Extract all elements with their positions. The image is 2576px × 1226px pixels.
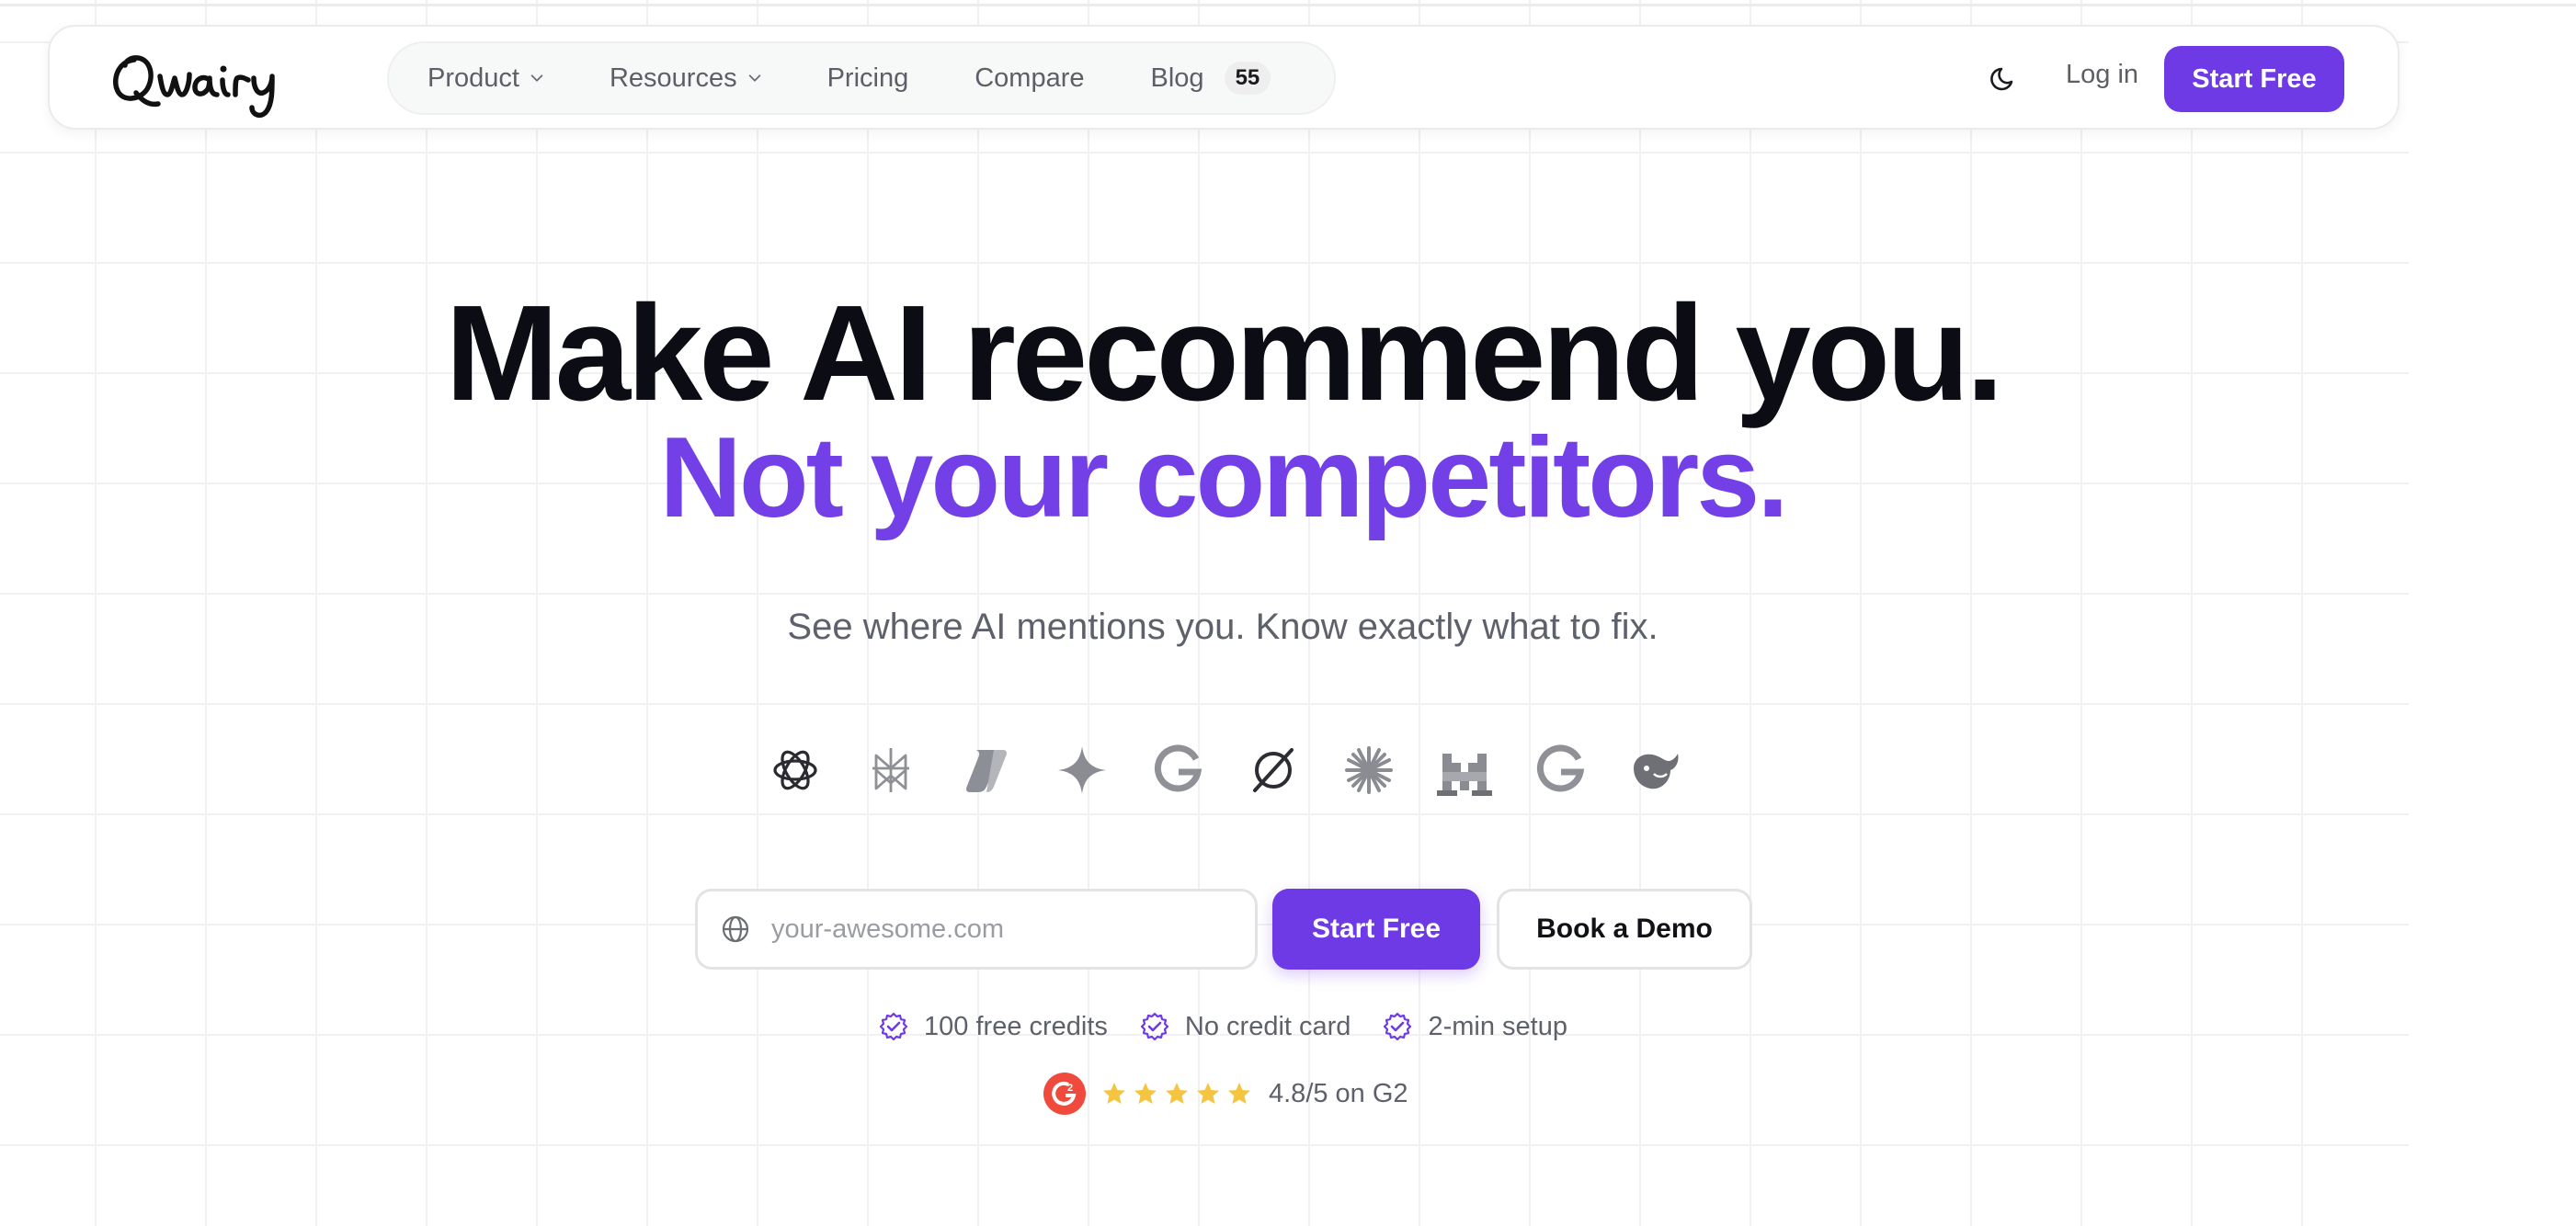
perk-label: 2-min setup <box>1428 1011 1567 1041</box>
svg-text:2: 2 <box>1067 1083 1073 1094</box>
nav-item-blog[interactable]: Blog 55 <box>1151 62 1271 95</box>
perplexity-icon <box>863 743 918 798</box>
nav-item-label: Pricing <box>826 62 909 93</box>
star-icon <box>1134 1083 1157 1104</box>
perks-list: 100 free credits No credit card 2-min se… <box>0 1011 2445 1042</box>
perk-label: No credit card <box>1184 1011 1351 1041</box>
openai-icon <box>768 743 823 798</box>
perk-item: 2-min setup <box>1382 1011 1567 1042</box>
google-ai-mode-icon <box>1533 743 1588 798</box>
blog-count-badge: 55 <box>1224 62 1271 95</box>
star-icon <box>1228 1083 1250 1104</box>
grok-icon <box>1246 743 1301 798</box>
gemini-icon <box>1054 743 1110 798</box>
login-link[interactable]: Log in <box>2066 60 2138 90</box>
star-rating <box>1101 1081 1252 1107</box>
deepseek-icon <box>1628 743 1683 798</box>
nav-item-label: Resources <box>609 62 737 93</box>
navbar: Product Resources Pricing Compare Blog 5… <box>48 25 2399 130</box>
nav-item-product[interactable]: Product <box>427 63 545 94</box>
nav-item-resources[interactable]: Resources <box>610 63 763 94</box>
ai-provider-logos <box>768 743 1687 807</box>
perk-item: No credit card <box>1139 1011 1351 1042</box>
hero-headline: Make AI recommend you. <box>445 278 2003 429</box>
hero-subtitle: See where AI mentions you. Know exactly … <box>787 607 1658 647</box>
hero-headline-accent: Not your competitors. <box>659 414 1788 541</box>
qwairy-logo[interactable] <box>107 40 336 122</box>
nav-item-compare[interactable]: Compare <box>975 63 1084 94</box>
nav-item-label: Blog <box>1150 62 1204 93</box>
nav-item-pricing[interactable]: Pricing <box>827 63 909 94</box>
google-icon <box>1150 743 1205 798</box>
top-divider <box>0 4 2576 6</box>
mistral-icon <box>1437 743 1492 798</box>
copilot-icon <box>959 743 1014 798</box>
chevron-down-icon <box>748 74 760 82</box>
website-url-field[interactable] <box>695 889 1258 970</box>
g2-logo-icon: 2 <box>1043 1073 1086 1115</box>
website-url-input[interactable] <box>769 913 1233 946</box>
chevron-down-icon <box>530 74 543 82</box>
perk-item: 100 free credits <box>878 1011 1108 1042</box>
star-icon <box>1166 1083 1188 1104</box>
moon-icon[interactable] <box>1988 62 2021 95</box>
nav-item-label: Product <box>427 62 519 93</box>
book-demo-button[interactable]: Book a Demo <box>1497 889 1752 970</box>
nav-menu: Product Resources Pricing Compare Blog 5… <box>387 41 1336 115</box>
check-badge-icon <box>1140 1012 1169 1041</box>
star-icon <box>1103 1083 1125 1104</box>
nav-item-label: Compare <box>975 62 1085 93</box>
claude-icon <box>1341 743 1396 798</box>
star-icon <box>1197 1083 1219 1104</box>
g2-rating[interactable]: 2 4.8/5 on G2 <box>1043 1072 1408 1116</box>
check-badge-icon <box>879 1012 908 1041</box>
check-badge-icon <box>1384 1012 1412 1041</box>
rating-text: 4.8/5 on G2 <box>1269 1078 1408 1108</box>
globe-icon <box>722 915 749 943</box>
landing-page: Product Resources Pricing Compare Blog 5… <box>0 0 2576 1226</box>
perk-label: 100 free credits <box>924 1011 1108 1041</box>
start-free-button[interactable]: Start Free <box>1272 889 1480 970</box>
nav-start-free-button[interactable]: Start Free <box>2164 46 2344 112</box>
